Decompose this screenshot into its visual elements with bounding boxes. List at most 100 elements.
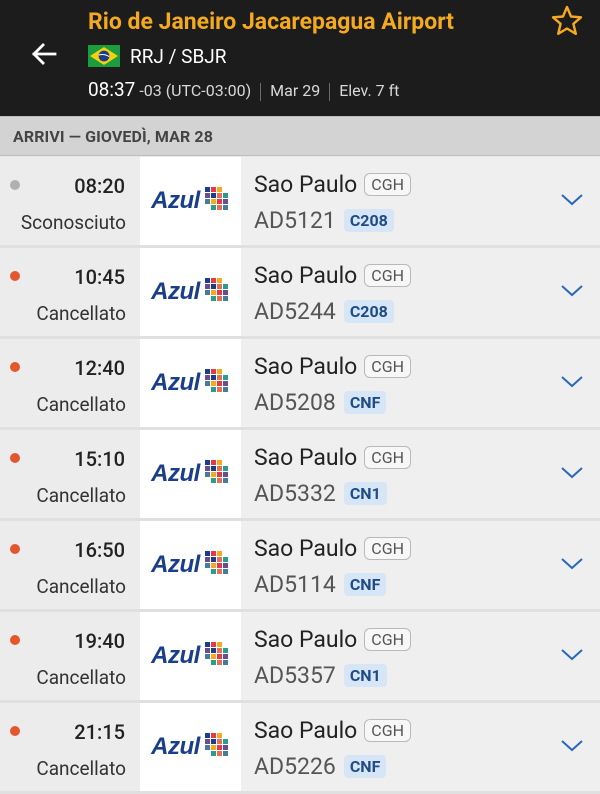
airline-name: Azul [151, 278, 200, 305]
section-title: ARRIVI — GIOVEDÌ, MAR 28 [13, 127, 213, 146]
time-cell: 10:45 Cancellato [0, 248, 140, 336]
azul-logo-icon [204, 187, 230, 215]
azul-logo-icon [204, 551, 230, 579]
aircraft-badge: CN1 [343, 482, 387, 505]
status-dot [10, 544, 20, 554]
airport-codes-row: RRJ / SBJR [88, 42, 226, 70]
chevron-down-icon[interactable] [560, 191, 584, 207]
route-cell: Sao Paulo CGH AD5332 CN1 [241, 430, 600, 518]
chevron-down-icon[interactable] [560, 282, 584, 298]
arrow-left-icon [32, 43, 57, 65]
azul-logo-icon [204, 733, 230, 761]
aircraft-badge: CNF [343, 391, 387, 414]
flight-number: AD5357 [254, 662, 336, 689]
time-cell: 12:40 Cancellato [0, 339, 140, 427]
divider [260, 83, 262, 101]
airport-title: Rio de Janeiro Jacarepagua Airport [88, 8, 454, 35]
time-cell: 08:20 Sconosciuto [0, 157, 140, 245]
aircraft-badge: C208 [343, 300, 394, 323]
flight-list: 08:20 Sconosciuto Azul Sao Paulo CGH AD51… [0, 157, 600, 794]
flight-number: AD5332 [254, 480, 336, 507]
azul-logo-icon [204, 369, 230, 397]
divider [329, 83, 331, 101]
flight-status: Cancellato [36, 393, 126, 416]
airline-name: Azul [151, 187, 200, 214]
arrival-time: 08:20 [74, 174, 125, 198]
origin-city: Sao Paulo [254, 535, 358, 562]
status-dot [10, 271, 20, 281]
flight-row[interactable]: 08:20 Sconosciuto Azul Sao Paulo CGH AD51… [0, 157, 600, 248]
status-dot [10, 453, 20, 463]
route-cell: Sao Paulo CGH AD5244 C208 [241, 248, 600, 336]
origin-city: Sao Paulo [254, 171, 358, 198]
airline-logo: Azul [140, 612, 241, 700]
flight-row[interactable]: 21:15 Cancellato Azul Sao Paulo CGH AD522… [0, 703, 600, 794]
local-date: Mar 29 [270, 81, 321, 100]
arrival-time: 21:15 [74, 720, 125, 744]
route-cell: Sao Paulo CGH AD5114 CNF [241, 521, 600, 609]
origin-city: Sao Paulo [254, 717, 358, 744]
chevron-down-icon[interactable] [560, 373, 584, 389]
airline-logo: Azul [140, 157, 241, 245]
flight-row[interactable]: 15:10 Cancellato Azul Sao Paulo CGH AD533… [0, 430, 600, 521]
azul-logo-icon [204, 460, 230, 488]
local-time: 08:37 [88, 78, 136, 101]
star-icon [551, 5, 583, 35]
status-dot [10, 362, 20, 372]
flight-row[interactable]: 10:45 Cancellato Azul Sao Paulo CGH AD524… [0, 248, 600, 339]
origin-iata-badge: CGH [364, 446, 412, 469]
flight-number: AD5114 [254, 571, 336, 598]
flight-row[interactable]: 12:40 Cancellato Azul Sao Paulo CGH AD520… [0, 339, 600, 430]
origin-city: Sao Paulo [254, 444, 358, 471]
flight-number: AD5121 [254, 207, 336, 234]
flight-row[interactable]: 16:50 Cancellato Azul Sao Paulo CGH AD511… [0, 521, 600, 612]
chevron-down-icon[interactable] [560, 555, 584, 571]
timezone: -03 (UTC-03:00) [139, 81, 252, 100]
airline-name: Azul [151, 642, 200, 669]
arrival-time: 15:10 [74, 447, 125, 471]
airline-logo: Azul [140, 521, 241, 609]
route-cell: Sao Paulo CGH AD5226 CNF [241, 703, 600, 791]
route-cell: Sao Paulo CGH AD5121 C208 [241, 157, 600, 245]
airport-codes: RRJ / SBJR [130, 44, 227, 68]
airline-name: Azul [151, 460, 200, 487]
flight-status: Cancellato [36, 757, 126, 780]
time-cell: 19:40 Cancellato [0, 612, 140, 700]
airline-name: Azul [151, 369, 200, 396]
airline-name: Azul [151, 733, 200, 760]
origin-iata-badge: CGH [364, 173, 412, 196]
back-button[interactable] [26, 36, 62, 72]
origin-iata-badge: CGH [364, 264, 412, 287]
elevation: Elev. 7 ft [339, 81, 400, 100]
airline-name: Azul [151, 551, 200, 578]
flight-row[interactable]: 19:40 Cancellato Azul Sao Paulo CGH AD535… [0, 612, 600, 703]
local-time-row: 08:37 -03 (UTC-03:00) Mar 29 Elev. 7 ft [88, 78, 399, 106]
airline-logo: Azul [140, 430, 241, 518]
time-cell: 15:10 Cancellato [0, 430, 140, 518]
status-dot [10, 726, 20, 736]
azul-logo-icon [204, 642, 230, 670]
origin-iata-badge: CGH [364, 355, 412, 378]
chevron-down-icon[interactable] [560, 464, 584, 480]
chevron-down-icon[interactable] [560, 646, 584, 662]
origin-city: Sao Paulo [254, 626, 358, 653]
airline-logo: Azul [140, 248, 241, 336]
arrival-time: 12:40 [74, 356, 125, 380]
origin-iata-badge: CGH [364, 719, 412, 742]
chevron-down-icon[interactable] [560, 737, 584, 753]
favorite-button[interactable] [549, 3, 585, 39]
azul-logo-icon [204, 278, 230, 306]
flight-status: Cancellato [36, 575, 126, 598]
flight-number: AD5226 [254, 753, 336, 780]
time-cell: 21:15 Cancellato [0, 703, 140, 791]
aircraft-badge: C208 [343, 209, 394, 232]
arrival-time: 16:50 [74, 538, 125, 562]
section-header: ARRIVI — GIOVEDÌ, MAR 28 [0, 116, 600, 156]
arrival-time: 10:45 [74, 265, 125, 289]
route-cell: Sao Paulo CGH AD5357 CN1 [241, 612, 600, 700]
aircraft-badge: CNF [343, 755, 387, 778]
flight-status: Sconosciuto [20, 211, 126, 234]
origin-iata-badge: CGH [364, 628, 412, 651]
app-header: Rio de Janeiro Jacarepagua Airport RRJ /… [0, 0, 600, 116]
flight-number: AD5208 [254, 389, 336, 416]
